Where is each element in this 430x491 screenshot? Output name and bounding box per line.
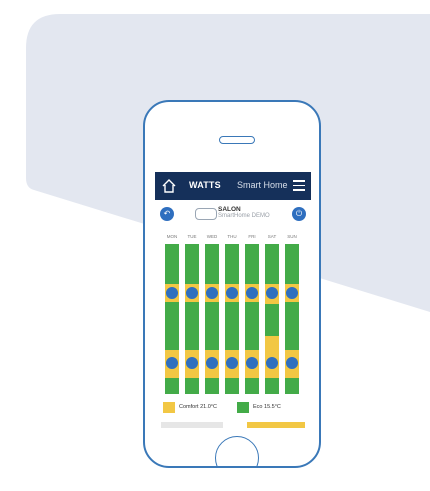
- day-column[interactable]: [285, 244, 299, 394]
- day-column[interactable]: [185, 244, 199, 394]
- phone-speaker: [219, 136, 255, 144]
- day-column[interactable]: [165, 244, 179, 394]
- edit-node-icon[interactable]: [165, 356, 179, 370]
- day-label: SAT: [267, 234, 277, 239]
- edit-node-icon[interactable]: [245, 286, 259, 300]
- day-column[interactable]: [245, 244, 259, 394]
- comfort-swatch: [163, 402, 175, 413]
- edit-node-icon[interactable]: [225, 286, 239, 300]
- day-column[interactable]: [205, 244, 219, 394]
- day-label: WED: [206, 234, 218, 239]
- edit-node-icon[interactable]: [165, 286, 179, 300]
- edit-node-icon[interactable]: [285, 286, 299, 300]
- edit-node-icon[interactable]: [205, 356, 219, 370]
- day-label: MON: [166, 234, 178, 239]
- power-icon[interactable]: ⏻: [292, 207, 306, 221]
- day-label: FRI: [248, 234, 256, 239]
- bottom-bar: [155, 422, 311, 428]
- hamburger-menu-icon[interactable]: [293, 180, 305, 191]
- weekly-schedule: MON TUE WED THU FRI SAT SUN: [161, 234, 307, 394]
- phone-home-button[interactable]: [215, 436, 259, 466]
- eco-swatch: [237, 402, 249, 413]
- edit-node-icon[interactable]: [205, 286, 219, 300]
- bottom-tab-right[interactable]: [247, 422, 305, 428]
- home-icon[interactable]: [161, 178, 177, 194]
- edit-node-icon[interactable]: [185, 286, 199, 300]
- brand-subtitle: Smart Home: [237, 180, 288, 190]
- legend-eco: Eco 15.5°C: [253, 404, 281, 410]
- edit-node-icon[interactable]: [245, 356, 259, 370]
- edit-node-icon[interactable]: [285, 356, 299, 370]
- bottom-tab-left[interactable]: [161, 422, 223, 428]
- day-label: THU: [227, 234, 237, 239]
- day-column[interactable]: [225, 244, 239, 394]
- edit-node-icon[interactable]: [185, 356, 199, 370]
- edit-node-icon[interactable]: [225, 356, 239, 370]
- edit-node-icon[interactable]: [265, 356, 279, 370]
- room-icon: [195, 208, 217, 220]
- day-label: SUN: [287, 234, 297, 239]
- legend: Comfort 21.0°C Eco 15.5°C: [161, 402, 307, 416]
- room-subtitle: SmartHome DEMO: [218, 213, 270, 219]
- edit-node-icon[interactable]: [265, 286, 279, 300]
- phone-frame: WATTS Smart Home ↶ SALON SmartHome DEMO …: [143, 100, 321, 468]
- day-label: TUE: [187, 234, 197, 239]
- day-column[interactable]: [265, 244, 279, 394]
- top-bar: WATTS Smart Home: [155, 172, 311, 200]
- arrow-left-icon[interactable]: ↶: [160, 207, 174, 221]
- room-name: SALON: [218, 206, 241, 213]
- brand-logo: WATTS: [189, 180, 221, 190]
- room-header: ↶ SALON SmartHome DEMO ⏻: [155, 200, 311, 228]
- app-screen: WATTS Smart Home ↶ SALON SmartHome DEMO …: [155, 172, 311, 428]
- legend-comfort: Comfort 21.0°C: [179, 404, 217, 410]
